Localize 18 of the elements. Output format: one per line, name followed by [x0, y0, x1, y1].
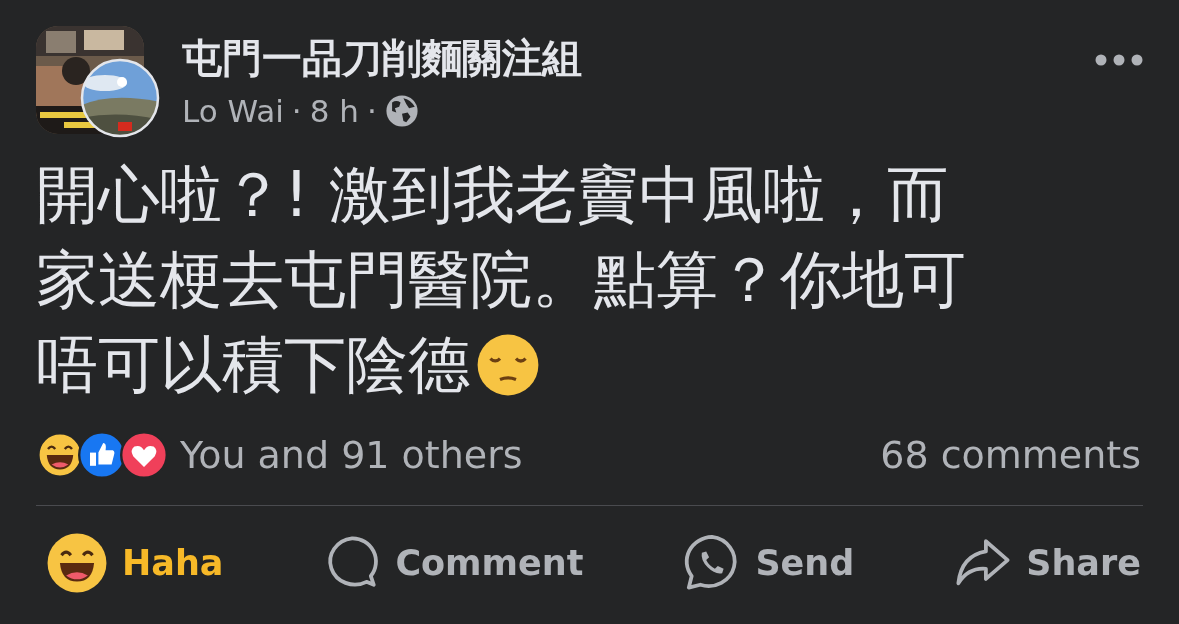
share-button[interactable]: Share — [954, 532, 1141, 594]
post-text-line: 家送梗去屯門醫院。點算？你地可 — [36, 242, 966, 318]
post-time[interactable]: 8 h — [309, 92, 359, 130]
send-button[interactable]: Send — [683, 532, 855, 594]
globe-icon — [384, 94, 419, 128]
author-name[interactable]: Lo Wai — [182, 92, 284, 130]
separator: · — [291, 92, 302, 130]
more-options-icon[interactable] — [1095, 54, 1143, 66]
reaction-button[interactable]: Haha — [46, 532, 224, 594]
comment-button[interactable]: Comment — [323, 532, 584, 594]
separator: · — [366, 92, 377, 130]
post-text-line: 唔可以積下陰德 — [36, 327, 470, 403]
laughing-face-icon — [46, 532, 108, 594]
post-text-line: 開心啦？! 激到我老竇中風啦，而 — [36, 157, 949, 233]
group-name[interactable]: 屯門一品刀削麵關注組 — [182, 32, 582, 84]
reaction-summary[interactable]: You and 91 others — [180, 433, 523, 477]
comment-count[interactable]: 68 comments — [880, 433, 1141, 477]
sad-face-icon — [476, 332, 540, 397]
